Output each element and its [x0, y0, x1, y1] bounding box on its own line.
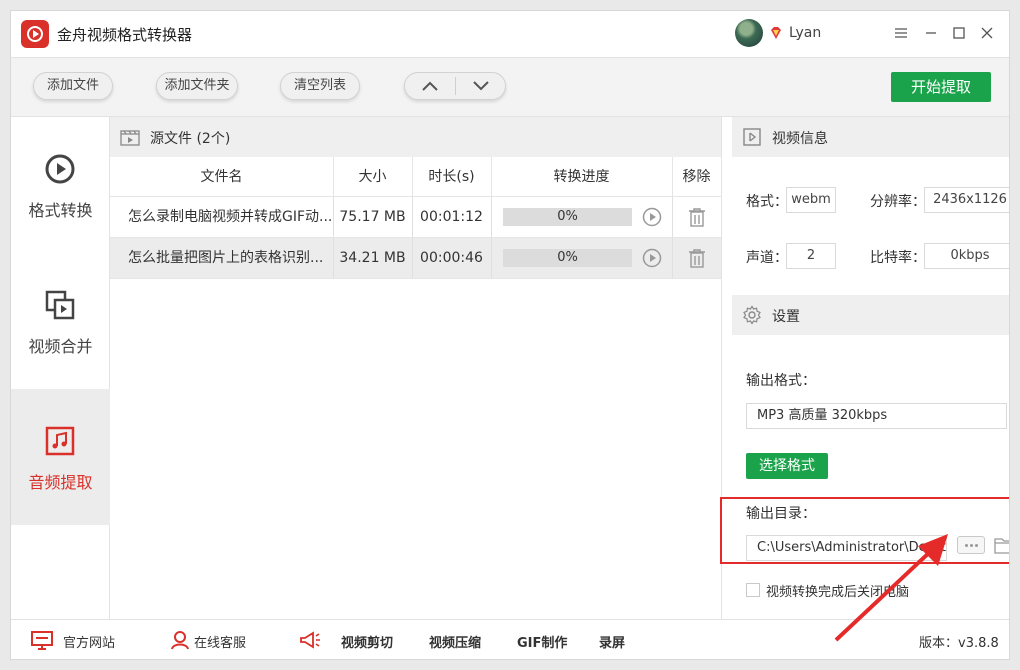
- settings-header: 设置: [732, 295, 1009, 335]
- progress-bar: 0%: [503, 249, 632, 267]
- column-header-duration: 时长(s): [428, 169, 475, 185]
- file-name: 怎么录制电脑视频并转成GIF动...: [128, 209, 333, 225]
- column-header-size: 大小: [358, 169, 387, 185]
- video-compress-link[interactable]: 视频压缩: [429, 632, 481, 651]
- play-circle-icon: [45, 154, 75, 184]
- sidebar-item-video-merge[interactable]: 视频合并: [11, 253, 110, 389]
- close-icon[interactable]: [977, 23, 997, 43]
- vip-diamond-icon: [771, 27, 781, 39]
- footer: 官方网站 在线客服 视频剪切 视频压缩 GIF制作 录屏 版本：v3.8.8: [11, 619, 1009, 659]
- shutdown-checkbox[interactable]: [746, 583, 760, 597]
- chevron-up-icon: [422, 81, 438, 91]
- resolution-label: 分辨率：: [870, 194, 926, 210]
- reorder-group: [404, 72, 506, 100]
- gif-make-link[interactable]: GIF制作: [517, 632, 567, 651]
- format-label: 格式：: [746, 194, 788, 210]
- minimize-icon[interactable]: [921, 23, 941, 43]
- column-header-remove: 移除: [682, 169, 711, 185]
- toolbar: 添加文件 添加文件夹 清空列表 开始提取: [11, 57, 1009, 117]
- file-duration: 00:00:46: [420, 250, 483, 266]
- resolution-value: 2436x1126: [924, 187, 1009, 213]
- sidebar-item-label: 音频提取: [28, 473, 93, 492]
- customer-service-icon: [171, 631, 189, 650]
- source-files-header: 源文件 (2个): [110, 117, 721, 157]
- play-icon[interactable]: [642, 207, 662, 227]
- app-logo-icon: [21, 20, 49, 48]
- progress-text: 0%: [557, 209, 578, 224]
- move-down-button[interactable]: [456, 73, 506, 99]
- file-duration: 00:01:12: [420, 209, 483, 225]
- column-header-filename: 文件名: [200, 169, 243, 185]
- official-site-link[interactable]: 官方网站: [63, 632, 115, 651]
- sidebar: 格式转换 视频合并 音频提取: [11, 117, 110, 619]
- start-extract-button[interactable]: 开始提取: [891, 72, 991, 102]
- version-label: 版本：v3.8.8: [919, 636, 999, 651]
- table-row[interactable]: 怎么批量把图片上的表格识别... 34.21 MB 00:00:46 0%: [110, 238, 721, 279]
- user-avatar[interactable]: [735, 19, 763, 47]
- bitrate-value: 0kbps: [924, 243, 1009, 269]
- format-value: webm: [786, 187, 836, 213]
- progress-text: 0%: [557, 250, 578, 265]
- record-link[interactable]: 录屏: [599, 632, 625, 651]
- video-file-icon: [120, 130, 140, 146]
- sidebar-item-label: 视频合并: [28, 337, 93, 356]
- gear-icon: [743, 305, 761, 325]
- channels-value: 2: [786, 243, 836, 269]
- app-window: 金舟视频格式转换器 Lyan 添加文件 添加文件夹 清空列表 开始提取 格式转换: [10, 10, 1010, 660]
- sidebar-item-label: 格式转换: [28, 201, 93, 220]
- move-up-button[interactable]: [405, 73, 455, 99]
- title-bar: 金舟视频格式转换器 Lyan: [11, 11, 1009, 57]
- play-icon[interactable]: [642, 248, 662, 268]
- choose-format-button[interactable]: 选择格式: [746, 453, 828, 479]
- output-format-field[interactable]: MP3 高质量 320kbps: [746, 403, 1007, 429]
- menu-icon[interactable]: [891, 23, 911, 43]
- output-dir-field[interactable]: C:\Users\Administrator\Deskto: [746, 535, 947, 561]
- file-name: 怎么批量把图片上的表格识别...: [128, 250, 324, 266]
- progress-bar: 0%: [503, 208, 632, 226]
- add-file-button[interactable]: 添加文件: [33, 72, 113, 100]
- user-name[interactable]: Lyan: [789, 25, 821, 41]
- music-note-icon: [45, 426, 75, 456]
- video-info-icon: [743, 128, 761, 146]
- browse-button[interactable]: [957, 536, 985, 554]
- sidebar-item-format-convert[interactable]: 格式转换: [11, 117, 110, 253]
- clear-list-button[interactable]: 清空列表: [280, 72, 360, 100]
- output-dir-label: 输出目录：: [746, 506, 816, 522]
- trash-icon[interactable]: [688, 248, 706, 268]
- bitrate-label: 比特率：: [870, 250, 926, 266]
- table-row[interactable]: 怎么录制电脑视频并转成GIF动... 75.17 MB 00:01:12 0%: [110, 197, 721, 238]
- output-format-label: 输出格式：: [746, 373, 816, 389]
- file-size: 75.17 MB: [339, 209, 406, 225]
- video-info-title: 视频信息: [772, 131, 828, 147]
- online-service-link[interactable]: 在线客服: [194, 632, 246, 651]
- megaphone-icon: [300, 631, 320, 649]
- monitor-icon: [31, 631, 53, 650]
- folder-icon[interactable]: [994, 536, 1010, 554]
- shutdown-label: 视频转换完成后关闭电脑: [766, 585, 910, 600]
- merge-icon: [45, 290, 75, 320]
- channels-label: 声道：: [746, 250, 788, 266]
- column-header-progress: 转换进度: [553, 169, 610, 185]
- settings-title: 设置: [772, 309, 800, 325]
- video-edit-link[interactable]: 视频剪切: [341, 632, 393, 651]
- right-panel: 视频信息 格式： webm 分辨率： 2436x1126 声道： 2 比特率： …: [720, 117, 1010, 619]
- source-files-title: 源文件 (2个): [150, 131, 231, 147]
- table-header: 文件名 大小 时长(s) 转换进度 移除: [110, 157, 721, 197]
- maximize-icon[interactable]: [949, 23, 969, 43]
- trash-icon[interactable]: [688, 207, 706, 227]
- file-list-panel: 源文件 (2个) 文件名 大小 时长(s) 转换进度 移除 怎么录制电脑视频并转…: [110, 117, 721, 619]
- sidebar-item-audio-extract[interactable]: 音频提取: [11, 389, 110, 525]
- add-folder-button[interactable]: 添加文件夹: [156, 72, 238, 100]
- video-info-header: 视频信息: [732, 117, 1009, 157]
- app-title: 金舟视频格式转换器: [57, 26, 193, 44]
- file-size: 34.21 MB: [339, 250, 406, 266]
- chevron-down-icon: [473, 81, 489, 91]
